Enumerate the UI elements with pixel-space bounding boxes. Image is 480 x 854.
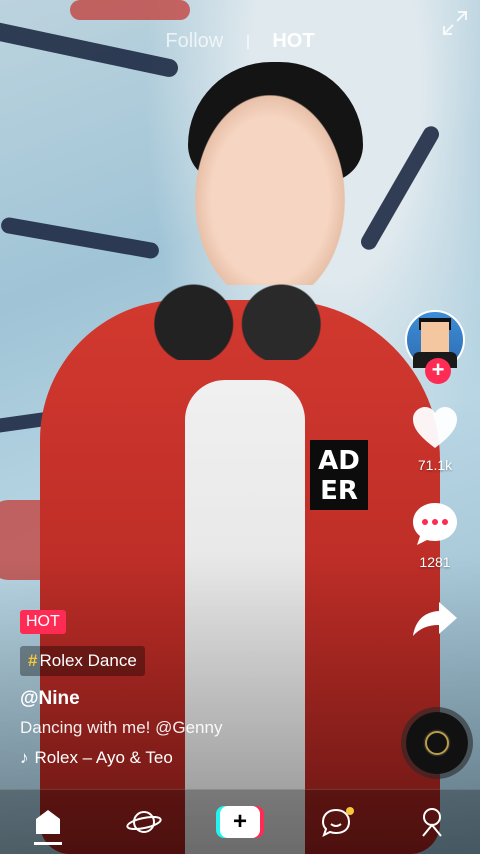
share-action[interactable] xyxy=(402,598,468,643)
bottom-nav: + xyxy=(0,789,480,854)
creator-username[interactable]: @Nine xyxy=(20,688,400,710)
tab-follow[interactable]: Follow xyxy=(165,30,223,53)
profile-icon[interactable] xyxy=(417,806,447,838)
active-underline xyxy=(34,842,62,845)
nav-discover[interactable] xyxy=(114,797,174,847)
jacket-patch: AD ER xyxy=(310,440,368,510)
notification-dot xyxy=(346,807,354,815)
graffiti-red xyxy=(70,0,190,20)
music-note-icon: ♪ xyxy=(20,748,29,767)
creator-avatar[interactable]: + xyxy=(405,310,465,384)
tab-separator xyxy=(246,34,249,49)
comment-action[interactable]: 1281 xyxy=(402,501,468,570)
person-face xyxy=(195,95,345,285)
music-title: Rolex – Ayo & Teo xyxy=(34,748,173,767)
share-icon[interactable] xyxy=(411,598,459,638)
expand-icon[interactable] xyxy=(442,10,468,36)
hashtag-label: Rolex Dance xyxy=(39,651,137,670)
nav-home[interactable] xyxy=(18,797,78,847)
tab-hot[interactable]: HOT xyxy=(272,30,314,53)
video-caption: HOT # Rolex Dance @Nine Dancing with me! … xyxy=(20,610,400,768)
hash-icon: # xyxy=(28,651,38,670)
discover-icon[interactable] xyxy=(126,807,162,837)
headphones xyxy=(150,280,325,360)
follow-button[interactable]: + xyxy=(425,358,451,384)
home-icon[interactable] xyxy=(33,807,63,837)
heart-icon[interactable] xyxy=(411,406,459,450)
like-count: 71.1k xyxy=(417,457,453,473)
comment-count: 1281 xyxy=(419,554,451,570)
nav-messages[interactable] xyxy=(306,797,366,847)
action-rail: + 71.1k 1281 xyxy=(402,310,468,643)
graffiti-stroke xyxy=(0,216,161,260)
disc-center xyxy=(425,731,449,755)
music-info[interactable]: ♪ Rolex – Ayo & Teo xyxy=(20,748,400,768)
nav-create[interactable]: + xyxy=(210,797,270,847)
video-description: Dancing with me! @Genny xyxy=(20,718,223,737)
nav-profile[interactable] xyxy=(402,797,462,847)
music-disc[interactable] xyxy=(406,712,468,774)
like-action[interactable]: 71.1k xyxy=(402,406,468,473)
create-icon[interactable]: + xyxy=(220,806,260,838)
graffiti-stroke xyxy=(358,123,442,253)
hot-badge: HOT xyxy=(20,610,66,634)
comment-icon[interactable] xyxy=(411,501,459,547)
top-tabs: Follow HOT xyxy=(0,30,480,53)
hashtag-chip[interactable]: # Rolex Dance xyxy=(20,646,145,676)
